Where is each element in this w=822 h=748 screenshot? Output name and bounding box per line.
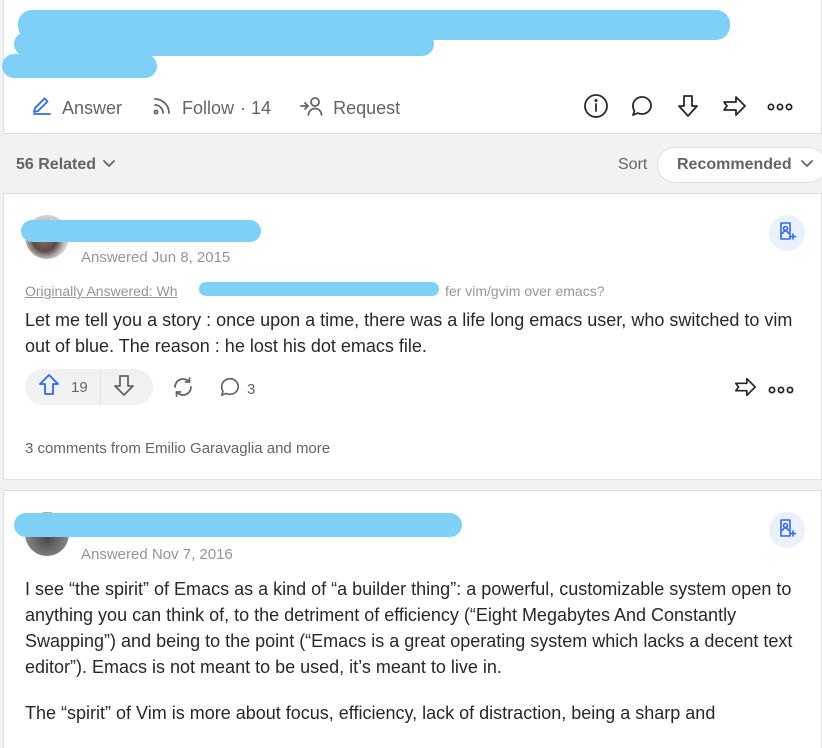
redacted-author-name	[21, 220, 261, 242]
downvote-question-button[interactable]	[665, 93, 711, 123]
refresh-icon	[171, 375, 201, 403]
answer-text: Let me tell you a story : once upon a ti…	[25, 310, 793, 356]
request-label: Request	[333, 97, 401, 118]
question-card: Answer Follow · 14 Request	[2, 0, 822, 134]
vote-pill: 19	[25, 369, 153, 405]
more-dots-icon	[768, 382, 800, 399]
answer-label: Answer	[62, 97, 123, 118]
related-bar: 56 Related Sort Recommended	[0, 142, 822, 188]
related-dropdown[interactable]: 56 Related	[16, 156, 116, 174]
arrow-up-icon	[37, 373, 71, 401]
share-arrow-icon	[733, 375, 763, 403]
sort-label: Sort	[618, 156, 648, 173]
arrow-down-icon	[675, 93, 701, 124]
sort-select[interactable]: Recommended	[657, 147, 822, 183]
bookmark-button[interactable]	[769, 215, 805, 251]
originally-answered-tail: fer vim/gvim over emacs?	[445, 283, 605, 299]
upvote-button[interactable]: 19	[25, 369, 88, 405]
redacted-author-name	[14, 513, 462, 537]
answer-paragraph: The “spirit” of Vim is more about focus,…	[25, 703, 716, 723]
related-label: 56 Related	[16, 156, 97, 173]
question-secondary-actions	[573, 93, 803, 123]
downvote-button[interactable]	[101, 369, 147, 405]
share-arrow-icon	[721, 94, 747, 123]
chevron-down-icon	[96, 156, 116, 174]
rss-icon	[150, 94, 182, 123]
redacted-question-title	[2, 54, 157, 78]
answer-card: Answered Jun 8, 2015 Originally Answered…	[3, 193, 822, 480]
answer-date: Answered Nov 7, 2016	[81, 546, 233, 563]
more-dots-icon	[767, 99, 793, 117]
originally-answered-link[interactable]: Originally Answered: Wh	[25, 283, 178, 299]
follow-button[interactable]: Follow · 14	[150, 94, 271, 123]
answer-button[interactable]: Answer	[30, 94, 122, 123]
reshare-button[interactable]	[171, 375, 201, 403]
upvote-count: 19	[71, 378, 88, 396]
more-question-button[interactable]	[757, 93, 803, 123]
share-question-button[interactable]	[711, 93, 757, 123]
follow-count: · 14	[240, 97, 272, 118]
answer-paragraph: I see “the spirit” of Emacs as a kind of…	[25, 579, 793, 677]
answer-date: Answered Jun 8, 2015	[81, 249, 231, 266]
arrow-down-icon	[112, 373, 136, 402]
info-icon	[583, 93, 609, 124]
speech-bubble-icon	[630, 94, 654, 123]
bookmark-person-icon	[777, 221, 797, 246]
comment-button[interactable]	[619, 93, 665, 123]
bookmark-person-icon	[777, 518, 797, 543]
comment-count: 3	[247, 380, 256, 398]
speech-bubble-icon	[219, 376, 247, 402]
sort-value: Recommended	[677, 156, 792, 173]
comments-summary-link[interactable]: 3 comments from Emilio Garavaglia and mo…	[25, 440, 330, 457]
pencil-icon	[30, 94, 62, 123]
share-answer-button[interactable]	[733, 375, 763, 403]
person-add-icon	[299, 94, 333, 123]
redacted-question-title	[14, 32, 434, 56]
request-button[interactable]: Request	[299, 94, 400, 123]
info-button[interactable]	[573, 93, 619, 123]
more-answer-button[interactable]	[768, 382, 800, 399]
chevron-down-icon	[792, 156, 814, 174]
redacted-question-link	[199, 282, 439, 296]
comments-button[interactable]: 3	[219, 376, 255, 402]
follow-label: Follow	[182, 97, 235, 118]
question-actions: Answer Follow · 14 Request	[30, 93, 428, 123]
bookmark-button[interactable]	[769, 512, 805, 548]
answer-card: Answered Nov 7, 2016 I see “the spirit” …	[3, 490, 822, 748]
